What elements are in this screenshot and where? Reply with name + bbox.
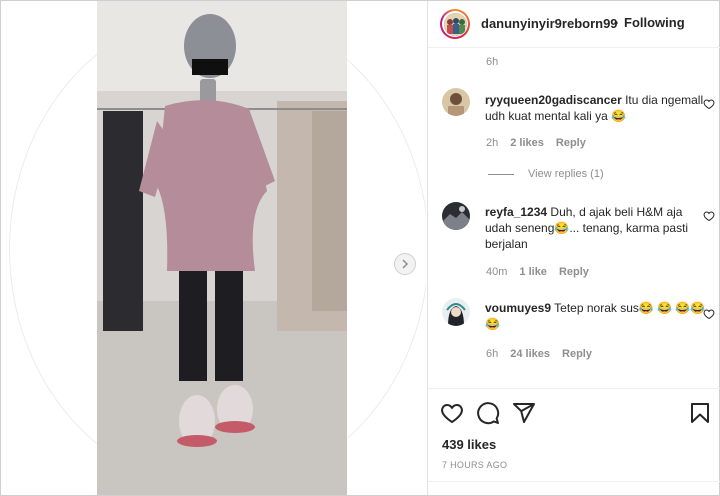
comment-icon[interactable] (476, 401, 500, 425)
comment-username[interactable]: ryyqueen20gadiscancer (485, 93, 622, 107)
comment-time: 2h (486, 137, 499, 149)
reply-button[interactable]: Reply (562, 348, 592, 360)
avatar-art (443, 12, 467, 36)
post-side-panel: danunyinyir9reborn99 • Following 6h ryyq… (427, 1, 720, 495)
following-button[interactable]: Following (624, 15, 685, 30)
comments-list[interactable]: 6h ryyqueen20gadiscancer Itu dia ngemall… (428, 48, 720, 388)
bookmark-icon[interactable] (688, 401, 712, 425)
comment-likes[interactable]: 24 likes (510, 348, 550, 360)
author-username[interactable]: danunyinyir9reborn99 (481, 16, 618, 31)
comment-like-icon[interactable] (703, 210, 715, 222)
comment-time: 6h (486, 348, 499, 360)
comment-like-icon[interactable] (703, 98, 715, 110)
divider (428, 481, 720, 482)
comment-avatar[interactable] (442, 202, 470, 230)
author-avatar[interactable] (440, 9, 470, 39)
previous-comment-time: 6h (486, 56, 499, 68)
next-media-button[interactable] (394, 253, 416, 275)
comment-like-icon[interactable] (703, 308, 715, 320)
comment-likes[interactable]: 2 likes (510, 137, 544, 149)
comment-meta: 40m 1 like Reply (486, 266, 601, 278)
post-photo[interactable] (97, 1, 347, 495)
post-header: danunyinyir9reborn99 • Following (428, 1, 720, 48)
comment-avatar[interactable] (442, 298, 470, 326)
author-avatar-image (443, 12, 467, 36)
comment-likes[interactable]: 1 like (519, 266, 547, 278)
comment-time: 40m (486, 266, 508, 278)
comment-username[interactable]: voumuyes9 (485, 301, 551, 315)
post-actions: 439 likes 7 HOURS AGO (428, 388, 720, 496)
reply-button[interactable]: Reply (559, 266, 589, 278)
share-icon[interactable] (512, 401, 536, 425)
post-media (1, 1, 426, 495)
reply-button[interactable]: Reply (556, 137, 586, 149)
likes-count[interactable]: 439 likes (442, 437, 496, 452)
avatar-art (442, 88, 470, 116)
post-timestamp: 7 HOURS AGO (442, 460, 508, 470)
comment-body: voumuyes9 Tetep norak sus😂 😂 😂😂😂 (485, 300, 707, 332)
heart-icon[interactable] (440, 401, 464, 425)
avatar-inner-ring (442, 11, 468, 37)
comment-avatar[interactable] (442, 88, 470, 116)
chevron-right-icon (402, 259, 409, 269)
avatar-art (442, 298, 470, 326)
replies-line (488, 173, 514, 175)
comment-body: ryyqueen20gadiscancer Itu dia ngemall ud… (485, 92, 707, 124)
avatar-art (442, 202, 470, 230)
photo-illustration (97, 1, 347, 495)
comment-meta: 2h 2 likes Reply (486, 137, 598, 149)
view-replies[interactable]: View replies (1) (488, 168, 604, 180)
view-replies-label[interactable]: View replies (1) (528, 168, 604, 180)
comment-username[interactable]: reyfa_1234 (485, 205, 547, 219)
comment-meta: 6h 24 likes Reply (486, 348, 604, 360)
header-separator: • (614, 16, 619, 30)
comment-body: reyfa_1234 Duh, d ajak beli H&M aja udah… (485, 204, 707, 252)
